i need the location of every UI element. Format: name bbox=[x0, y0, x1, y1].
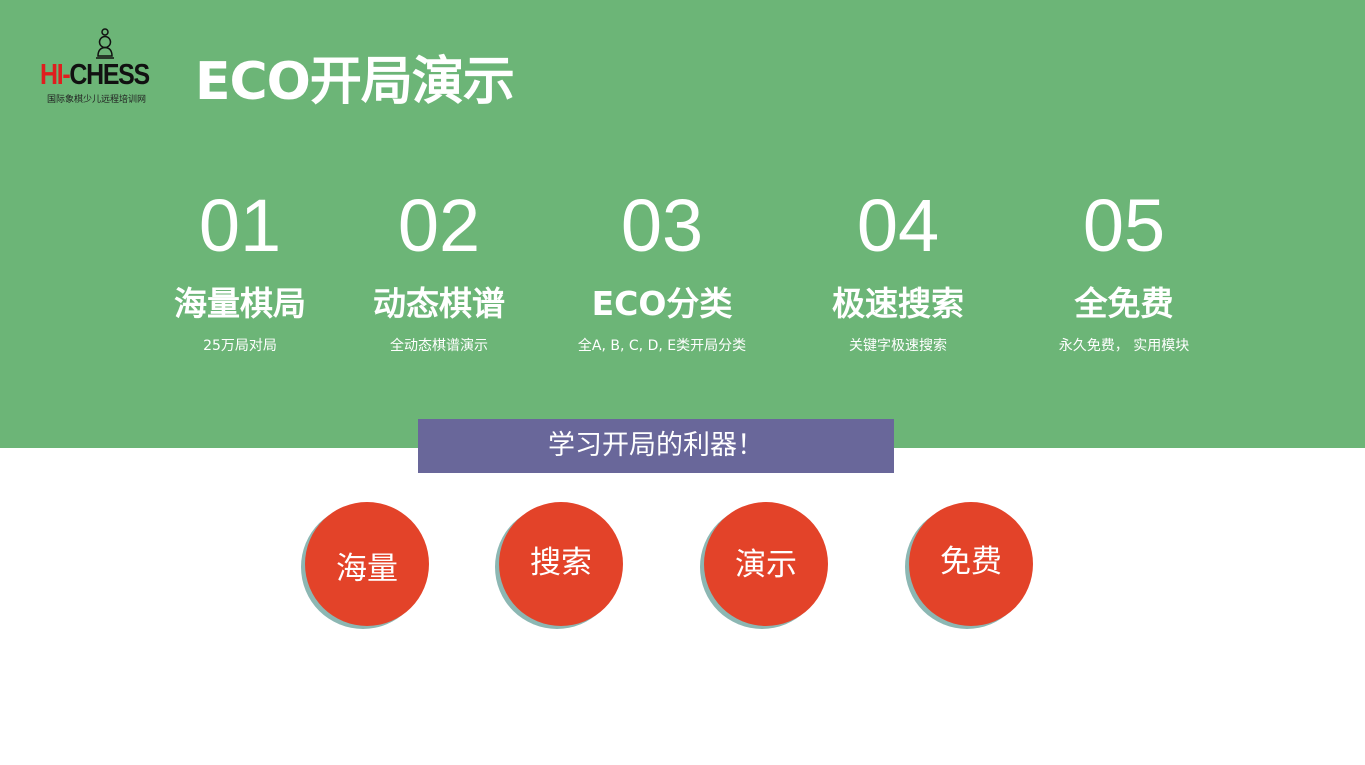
feature-title: 全免费 bbox=[1074, 284, 1174, 323]
feature-description: 全A, B, C, D, E类开局分类 bbox=[577, 338, 747, 354]
feature-title: 动态棋谱 bbox=[373, 284, 505, 323]
circle-button-free[interactable]: 免费 bbox=[905, 502, 1033, 630]
feature-description: 全动态棋谱演示 bbox=[390, 338, 488, 354]
feature-number: 03 bbox=[620, 184, 704, 267]
feature-item-02: 02 动态棋谱 全动态棋谱演示 bbox=[319, 180, 559, 355]
feature-item-04: 04 极速搜索 关键字极速搜索 bbox=[778, 180, 1018, 355]
circle-button-haisliang[interactable]: 海量 bbox=[301, 502, 429, 630]
circle-label: 演示 bbox=[704, 502, 828, 626]
circle-button-search[interactable]: 搜索 bbox=[495, 502, 623, 630]
slogan-banner: 学习开局的利器！ bbox=[418, 419, 894, 473]
logo-subtitle: 国际象棋少儿远程培训网 bbox=[47, 95, 147, 105]
logo-chess: CHESS bbox=[69, 59, 150, 91]
feature-title: 极速搜索 bbox=[832, 284, 964, 323]
feature-description: 永久免费， 实用模块 bbox=[1058, 338, 1190, 354]
logo-hi: HI- bbox=[40, 59, 71, 91]
page-title: ECO开局演示 bbox=[195, 52, 515, 112]
feature-description: 关键字极速搜索 bbox=[849, 338, 947, 354]
feature-item-03: 03 ECO分类 全A, B, C, D, E类开局分类 bbox=[542, 180, 782, 355]
circle-label: 海量 bbox=[305, 502, 429, 626]
circle-label: 免费 bbox=[909, 502, 1033, 626]
feature-item-05: 05 全免费 永久免费， 实用模块 bbox=[1004, 180, 1244, 355]
feature-number: 04 bbox=[856, 184, 940, 267]
hi-chess-logo[interactable]: HI-CHESS 国际象棋少儿远程培训网 bbox=[38, 26, 166, 110]
feature-number: 05 bbox=[1082, 184, 1166, 267]
feature-number: 02 bbox=[397, 184, 481, 267]
circle-button-demo[interactable]: 演示 bbox=[700, 502, 828, 630]
feature-title: ECO分类 bbox=[591, 284, 733, 323]
logo-wordmark: HI-CHESS bbox=[40, 59, 150, 91]
circle-label: 搜索 bbox=[499, 502, 623, 626]
hero-section: HI-CHESS 国际象棋少儿远程培训网 ECO开局演示 01 海量棋局 25万… bbox=[0, 0, 1365, 448]
